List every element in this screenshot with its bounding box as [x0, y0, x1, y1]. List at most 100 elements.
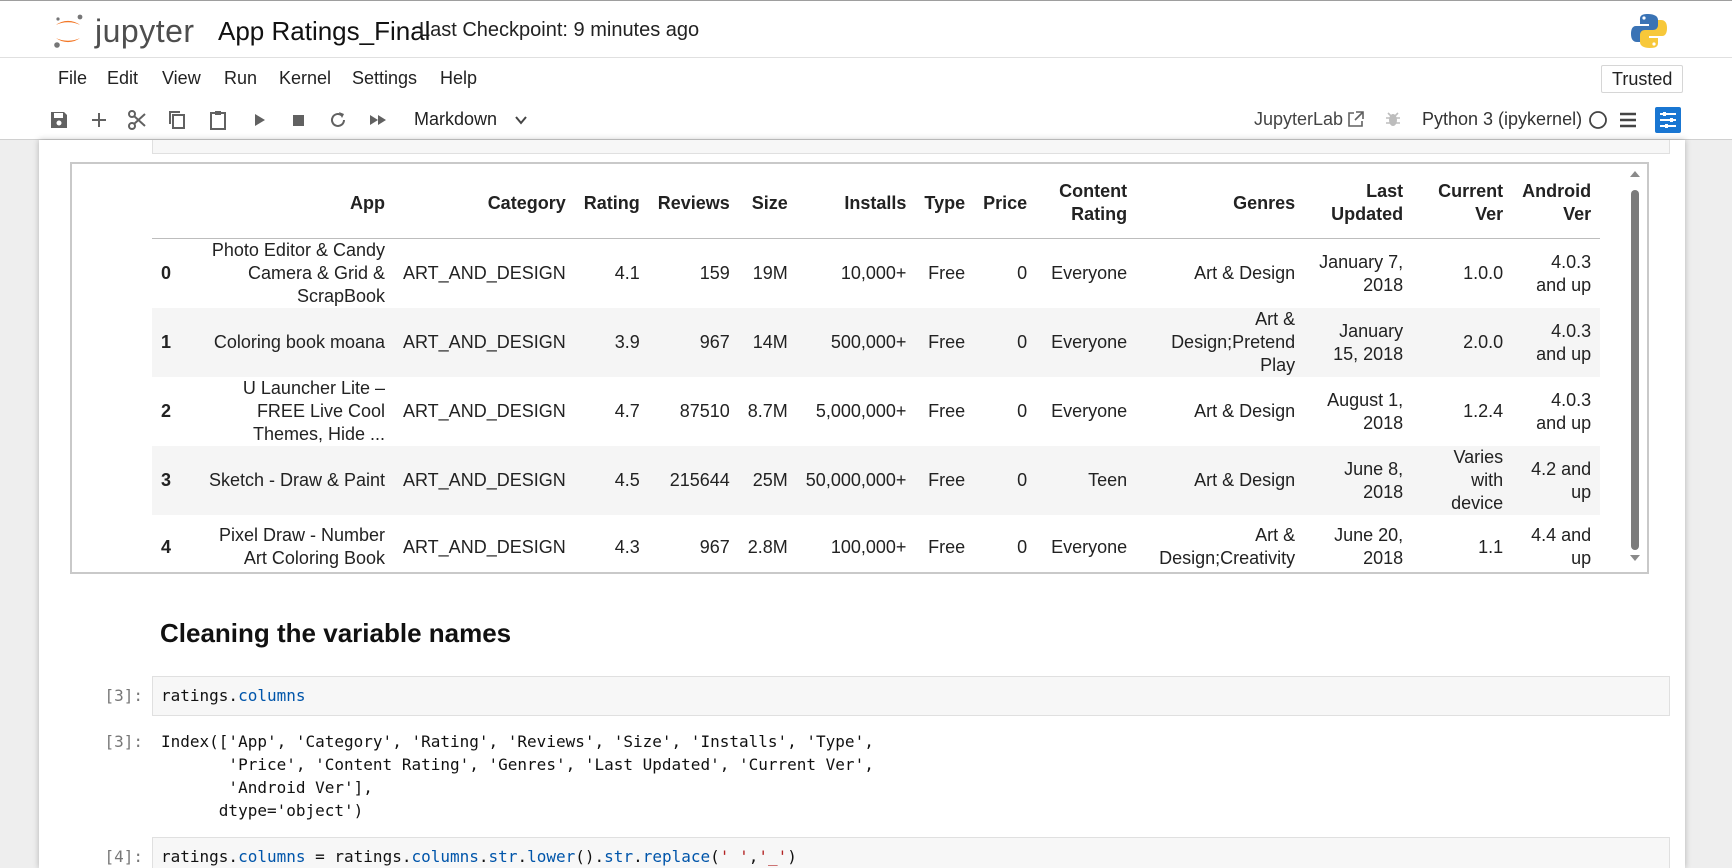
- cell-size: 2.8M: [747, 536, 788, 557]
- cell-type: Free: [928, 401, 966, 421]
- cell-size: 14M: [752, 332, 788, 352]
- notebook-title[interactable]: App Ratings_Final: [218, 16, 430, 47]
- menu-view[interactable]: View: [162, 68, 201, 89]
- code-cell-input-4[interactable]: ratings.columns = ratings.columns.str.lo…: [152, 837, 1670, 868]
- code-cell-input-3[interactable]: ratings.columns: [152, 676, 1670, 716]
- column-header: Price: [974, 168, 1037, 239]
- cell-installs: 500,000+: [830, 332, 907, 352]
- code-token-attr: str: [488, 847, 518, 866]
- menu-help[interactable]: Help: [440, 68, 477, 89]
- output-vertical-scrollbar[interactable]: [1629, 168, 1641, 564]
- cell-size: 19M: [752, 263, 788, 283]
- menu-run[interactable]: Run: [224, 68, 257, 89]
- cell-app: Sketch - Draw & Paint: [208, 470, 385, 490]
- code-token: .: [517, 847, 528, 866]
- chevron-down-icon[interactable]: [514, 113, 528, 127]
- cell-content-rating: Everyone: [1051, 401, 1128, 421]
- dataframe-table-wrapper: App Category Rating Reviews Size Install…: [152, 168, 1622, 579]
- scroll-down-arrow-icon[interactable]: [1629, 552, 1641, 564]
- row-index: 1: [161, 332, 172, 352]
- cell-android-ver: 4.0.3 and up: [1536, 251, 1592, 295]
- column-header: App: [190, 168, 394, 239]
- code-token: ratings.: [161, 686, 239, 705]
- output-text-3: Index(['App', 'Category', 'Rating', 'Rev…: [161, 732, 874, 820]
- checkpoint-status: Last Checkpoint: 9 minutes ago: [419, 19, 700, 41]
- cell-type: Free: [928, 536, 966, 557]
- cell-content-rating: Everyone: [1051, 263, 1128, 283]
- column-header: Current Ver: [1412, 168, 1513, 239]
- scroll-up-arrow-icon[interactable]: [1629, 168, 1641, 180]
- scrollbar-thumb[interactable]: [1631, 190, 1639, 550]
- menu-settings[interactable]: Settings: [352, 68, 417, 89]
- table-row: 3 Sketch - Draw & Paint ART_AND_DESIGN 4…: [152, 446, 1601, 515]
- code-token: .: [478, 847, 489, 866]
- cell-rating: 4.3: [614, 536, 640, 557]
- code-token-attr: columns: [411, 847, 479, 866]
- open-jupyterlab-link[interactable]: JupyterLab: [1254, 109, 1343, 130]
- paste-icon[interactable]: [207, 109, 229, 131]
- table-row: 2 U Launcher Lite – FREE Live Cool Theme…: [152, 377, 1600, 446]
- row-index: 3: [161, 470, 172, 490]
- row-index: 4: [161, 536, 172, 557]
- menu-list-icon[interactable]: [1618, 110, 1638, 130]
- add-icon[interactable]: [88, 109, 110, 131]
- output-prompt-3: [3]:: [104, 732, 143, 751]
- table-header-row: App Category Rating Reviews Size Install…: [152, 168, 1601, 239]
- property-inspector-button[interactable]: [1655, 107, 1681, 133]
- run-icon[interactable]: [248, 109, 270, 131]
- brand-wordmark: jupyter: [95, 13, 195, 49]
- cell-category: ART_AND_DESIGN: [403, 332, 566, 352]
- table-row: 4 Pixel Draw - Number Art Coloring Book …: [152, 515, 1600, 579]
- cell-android-ver: 4.2 and up: [1531, 458, 1592, 502]
- cell-android-ver: 4.0.3 and up: [1536, 389, 1592, 433]
- cell-reviews: 215644: [669, 470, 730, 490]
- cell-last-updated: August 1, 2018: [1327, 389, 1404, 433]
- cell-category: ART_AND_DESIGN: [403, 401, 566, 421]
- cell-genres: Art & Design;Creativity: [1159, 525, 1296, 568]
- table-row: 0 Photo Editor & Candy Camera & Grid & S…: [152, 239, 1600, 309]
- code-token: ): [787, 847, 797, 866]
- code-token-attr: str: [604, 847, 634, 866]
- markdown-heading[interactable]: Cleaning the variable names: [160, 618, 511, 649]
- cell-content-rating: Everyone: [1051, 536, 1128, 557]
- save-icon[interactable]: [48, 109, 70, 131]
- menu-edit[interactable]: Edit: [107, 68, 138, 89]
- column-header: Content Rating: [1036, 168, 1137, 239]
- copy-icon[interactable]: [166, 109, 188, 131]
- restart-icon[interactable]: [327, 109, 349, 131]
- debugger-bug-icon[interactable]: [1384, 110, 1402, 128]
- stop-icon[interactable]: [287, 109, 309, 131]
- cell-genres: Art & Design: [1194, 263, 1296, 283]
- code-token-string: ' ': [719, 847, 749, 866]
- menu-bar: File Edit View Run Kernel Settings Help …: [0, 58, 1732, 100]
- cell-rating: 3.9: [614, 332, 640, 352]
- fast-forward-icon[interactable]: [367, 109, 389, 131]
- input-prompt-3: [3]:: [104, 686, 143, 705]
- column-header: Type: [915, 168, 975, 239]
- menu-file[interactable]: File: [58, 68, 87, 89]
- property-inspector-icon: [1660, 112, 1676, 128]
- notebook-panel[interactable]: [2]: App Category Rating Reviews Size In…: [39, 140, 1685, 868]
- row-index: 2: [161, 401, 172, 421]
- code-token: ,: [748, 847, 759, 866]
- row-index: 0: [161, 263, 172, 283]
- code-token: = ratings.: [305, 847, 412, 866]
- cell-genres: Art & Design: [1194, 401, 1296, 421]
- column-header: Last Updated: [1304, 168, 1413, 239]
- cell-type-select[interactable]: Markdown: [414, 109, 497, 130]
- code-cell-input-partial[interactable]: [152, 140, 1670, 154]
- column-header: Category: [394, 168, 575, 239]
- code-token-attr: replace: [642, 847, 711, 866]
- cell-price: 0: [1017, 263, 1028, 283]
- column-header: Installs: [796, 168, 916, 239]
- cell-installs: 50,000,000+: [805, 470, 907, 490]
- column-header: Size: [738, 168, 797, 239]
- kernel-name[interactable]: Python 3 (ipykernel): [1422, 109, 1582, 130]
- cut-icon[interactable]: [126, 109, 148, 131]
- cell-rating: 4.7: [614, 401, 640, 421]
- menu-kernel[interactable]: Kernel: [279, 68, 331, 89]
- dataframe-output[interactable]: App Category Rating Reviews Size Install…: [70, 162, 1649, 574]
- external-link-icon[interactable]: [1347, 110, 1365, 128]
- trusted-indicator[interactable]: Trusted: [1601, 65, 1684, 93]
- jupyter-logo[interactable]: jupyter: [54, 11, 204, 51]
